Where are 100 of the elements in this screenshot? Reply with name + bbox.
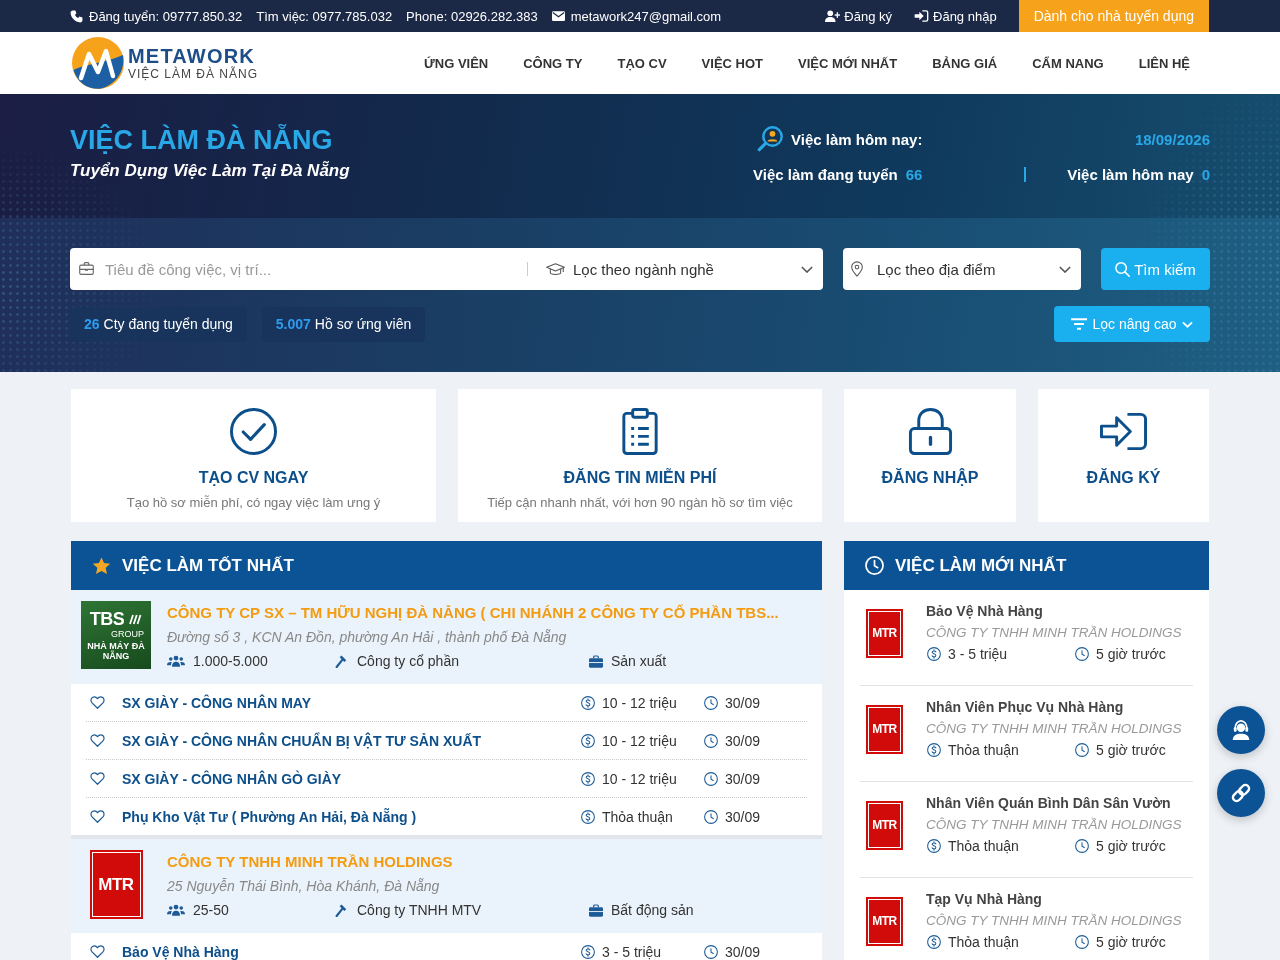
heart-icon[interactable] <box>90 772 105 785</box>
job-salary: 3 - 5 triệu <box>602 943 662 960</box>
envelope-icon <box>551 11 565 21</box>
nav-link[interactable]: ỨNG VIÊN <box>424 55 489 71</box>
today-heading: Việc làm hôm nay: <box>791 130 923 148</box>
feature-card[interactable]: ĐĂNG KÝ <box>1038 389 1209 522</box>
counter-badge[interactable]: 26 Cty đang tuyển dụng <box>70 306 247 342</box>
nav-link[interactable]: BẢNG GIÁ <box>932 55 998 71</box>
clock-icon <box>704 733 718 748</box>
company-address: Đường số 3 , KCN An Đồn, phường An Hải , thành phố Đà Nẵng <box>167 628 568 647</box>
hero-subtitle: Tuyển Dụng Việc Làm Tại Đà Nẵng <box>70 160 350 182</box>
job-deadline: 30/09 <box>725 694 761 711</box>
job-title[interactable]: SX GIÀY - CÔNG NHÂN MAY <box>122 694 312 711</box>
logo-name[interactable]: METAWORK <box>128 44 259 67</box>
filter-icon <box>1071 318 1088 330</box>
company-industry: Sản xuất <box>611 652 667 671</box>
feature-title: TẠO CV NGAY <box>198 468 309 488</box>
company-industry: Bất động sản <box>611 901 694 920</box>
sign-in-icon <box>914 10 929 22</box>
search-icon <box>1115 261 1131 277</box>
feature-title: ĐĂNG KÝ <box>1086 468 1161 488</box>
location-pin-icon <box>851 261 863 277</box>
job-deadline: 30/09 <box>725 943 761 960</box>
link-icon <box>1230 782 1252 804</box>
nav-link[interactable]: LIÊN HỆ <box>1138 55 1190 71</box>
company-name: CÔNG TY TNHH MINH TRẦN HOLDINGS <box>926 816 1182 834</box>
job-salary: 10 - 12 triệu <box>602 770 677 787</box>
heart-icon[interactable] <box>90 696 105 709</box>
dollar-circle-icon <box>927 935 941 949</box>
logo-text: MTR <box>872 818 897 832</box>
link-button[interactable] <box>1217 769 1265 817</box>
login-link[interactable]: Đăng nhập <box>914 8 997 24</box>
job-title[interactable]: Phụ Kho Vật Tư ( Phường An Hải, Đà Nẵng ) <box>122 808 417 825</box>
logo-text: TBS <box>89 609 125 629</box>
chevron-down-icon <box>801 265 813 273</box>
dollar-circle-icon <box>581 944 595 959</box>
dollar-circle-icon <box>927 743 941 757</box>
feature-title: ĐĂNG TIN MIỄN PHÍ <box>563 468 717 488</box>
job-title[interactable]: Bảo Vệ Nhà Hàng <box>122 943 239 960</box>
feature-title: ĐĂNG NHẬP <box>881 468 979 488</box>
location-select[interactable]: Lọc theo địa điểm <box>843 248 1081 290</box>
logo-text: MTR <box>872 722 897 736</box>
job-salary: Thỏa thuận <box>948 741 1019 760</box>
industry-select[interactable]: Lọc theo ngành nghề <box>527 248 823 290</box>
clock-icon <box>1075 647 1089 661</box>
counter-label: Hồ sơ ứng viên <box>314 316 412 332</box>
posted-time: 5 giờ trước <box>1096 645 1166 664</box>
clock-icon <box>704 771 718 786</box>
nav-link[interactable]: VIỆC MỚI NHẤT <box>798 55 898 71</box>
contact-text: metawork247@gmail.com <box>570 8 722 24</box>
company-type: Công ty cổ phần <box>357 652 459 671</box>
clock-icon <box>704 809 718 824</box>
keyword-field[interactable]: Tiêu đề công việc, vị trí... <box>70 248 527 290</box>
user-search-icon <box>757 126 783 152</box>
job-title[interactable]: Nhân Viên Quán Bình Dân Sân Vườn <box>926 793 1182 814</box>
hammer-icon <box>335 903 349 917</box>
clipboard-list-icon <box>622 408 658 455</box>
logo-mark-icon[interactable] <box>72 37 124 89</box>
logo-caption: NHÀ MÁY ĐÀ NẴNG <box>86 641 146 661</box>
lock-icon <box>906 408 954 455</box>
feature-card[interactable]: ĐĂNG TIN MIỄN PHÍ Tiếp cận nhanh nhất, với hơn 90 ngàn hồ sơ tìm việc <box>458 389 822 522</box>
clock-icon <box>1075 935 1089 949</box>
job-salary: 3 - 5 triệu <box>948 645 1008 664</box>
headset-agent-icon <box>1230 719 1252 741</box>
contact-text: Đăng tuyển: 09777.850.32 <box>89 8 243 24</box>
stripes-icon <box>127 613 143 625</box>
job-title[interactable]: Nhân Viên Phục Vụ Nhà Hàng <box>926 697 1182 718</box>
counter-value: 5.007 <box>275 316 311 332</box>
posted-time: 5 giờ trước <box>1096 741 1166 760</box>
graduation-cap-icon <box>546 262 565 276</box>
register-link[interactable]: Đăng ký <box>825 8 892 24</box>
nav-link[interactable]: CÔNG TY <box>523 55 583 71</box>
job-title[interactable]: Tạp Vụ Nhà Hàng <box>926 889 1182 910</box>
check-circle-icon <box>230 408 277 455</box>
company-size: 1.000-5.000 <box>193 652 268 671</box>
nav-link[interactable]: VIỆC HOT <box>701 55 763 71</box>
heart-icon[interactable] <box>90 810 105 823</box>
clock-icon <box>1075 743 1089 757</box>
panel-title: VIỆC LÀM TỐT NHẤT <box>122 555 294 576</box>
clock-icon <box>704 695 718 710</box>
briefcase-icon <box>79 262 94 275</box>
heart-icon[interactable] <box>90 945 105 958</box>
feature-description: Tiếp cận nhanh nhất, với hơn 90 ngàn hồ sơ tìm việc <box>487 495 793 511</box>
feature-card[interactable]: TẠO CV NGAY Tạo hồ sơ miễn phí, có ngay việc làm ưng ý <box>71 389 436 522</box>
dollar-circle-icon <box>581 695 595 710</box>
job-title[interactable]: SX GIÀY - CÔNG NHÂN CHUẨN BỊ VẬT TƯ SẢN XUẤT <box>122 732 482 749</box>
logo-tagline: VIỆC LÀM ĐÀ NẴNG <box>128 66 259 82</box>
nav-link[interactable]: CẨM NANG <box>1032 55 1104 71</box>
company-name: CÔNG TY TNHH MINH TRẦN HOLDINGS <box>926 912 1182 930</box>
contact-text: Tìm việc: 0977.785.032 <box>256 8 393 24</box>
support-button[interactable] <box>1217 706 1265 754</box>
heart-icon[interactable] <box>90 734 105 747</box>
feature-card[interactable]: ĐĂNG NHẬP <box>844 389 1016 522</box>
job-salary: Thỏa thuận <box>948 837 1019 856</box>
counter-badge[interactable]: 5.007 Hồ sơ ứng viên <box>261 306 426 342</box>
job-title[interactable]: SX GIÀY - CÔNG NHÂN GÒ GIÀY <box>122 770 342 787</box>
nav-link[interactable]: TẠO CV <box>617 55 667 71</box>
clock-icon <box>1075 839 1089 853</box>
job-title[interactable]: Bảo Vệ Nhà Hàng <box>926 601 1182 622</box>
company-address: 25 Nguyễn Thái Bình, Hòa Khánh, Đà Nẵng <box>167 877 441 896</box>
